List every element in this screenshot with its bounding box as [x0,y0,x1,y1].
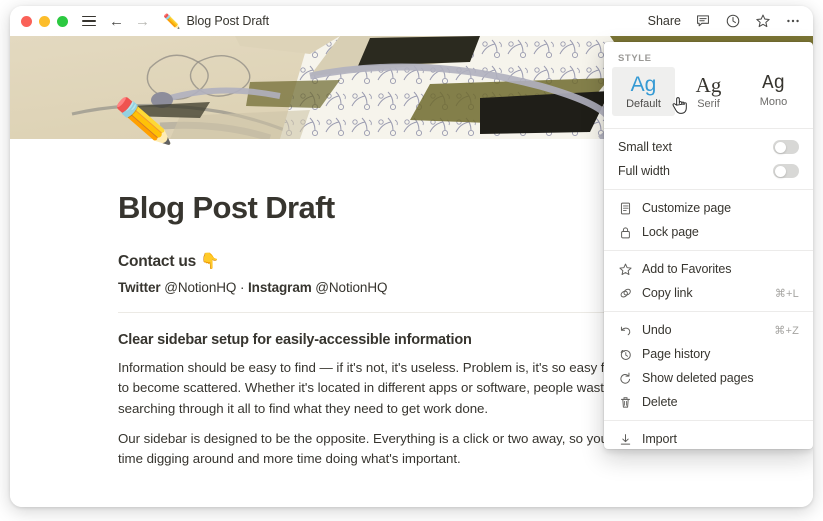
full-width-switch[interactable] [773,164,799,179]
titlebar-actions: Share [648,13,801,29]
style-options-row: Ag Default Ag Serif Ag Mono [604,67,813,122]
twitter-label: Twitter [118,280,161,296]
clock-history-icon [620,349,631,360]
clock-icon[interactable] [725,13,741,29]
content-divider [118,312,678,314]
menu-item-add-to-favorites[interactable]: Add to Favorites [604,257,813,281]
style-sample-default: Ag [630,73,657,96]
star-icon[interactable] [755,13,771,29]
style-option-mono[interactable]: Ag Mono [742,67,805,116]
menu-item-shortcut: ⌘+L [774,287,799,300]
page-actions-section: Customize page Lock page [604,190,813,250]
arrow-left-icon[interactable]: ← [109,14,124,29]
style-section: STYLE Ag Default Ag Serif Ag Mono [604,42,813,128]
menu-item-label: Import [642,432,677,447]
toggle-full-width-label: Full width [618,164,670,179]
titlebar: ← → ✏️ Blog Post Draft Share [10,6,813,36]
style-option-default[interactable]: Ag Default [612,67,675,117]
close-window-button[interactable] [21,15,32,27]
document-icon [620,202,631,214]
social-separator: · [239,280,245,296]
trash-icon [620,396,631,408]
menu-item-shortcut: ⌘+Z [774,324,799,337]
menu-item-show-deleted-pages[interactable]: Show deleted pages [604,366,813,390]
menu-item-copy-link[interactable]: Copy link ⌘+L [604,281,813,305]
window-controls [21,15,68,27]
menu-item-page-history[interactable]: Page history [604,342,813,366]
import-icon [620,433,631,445]
mouse-cursor-pointer [672,97,687,114]
menu-item-import[interactable]: Import [604,427,813,449]
menu-item-label: Lock page [642,225,699,240]
style-name-default: Default [626,98,661,111]
page-emoji-icon[interactable]: ✏️ [163,14,180,28]
ellipsis-icon[interactable] [785,13,801,29]
minimize-window-button[interactable] [39,15,50,27]
page-icon-emoji[interactable]: ✏️ [113,93,174,149]
comment-icon[interactable] [695,13,711,29]
menu-item-label: Show deleted pages [642,371,754,386]
menu-item-label: Page history [642,347,711,362]
small-text-switch[interactable] [773,140,799,155]
arrow-right-icon[interactable]: → [135,14,150,29]
share-actions-section: Add to Favorites Copy link ⌘+L [604,251,813,311]
toggles-section: Small text Full width [604,129,813,189]
toggle-full-width[interactable]: Full width [604,159,813,183]
menu-item-delete[interactable]: Delete [604,390,813,414]
style-sample-mono: Ag [762,72,785,94]
instagram-label: Instagram [248,280,312,296]
toggle-small-text-label: Small text [618,140,672,155]
style-name-mono: Mono [759,95,788,108]
breadcrumb[interactable]: Blog Post Draft [186,14,269,28]
style-sample-serif: Ag [695,73,722,97]
share-button[interactable]: Share [648,14,681,28]
menu-item-customize-page[interactable]: Customize page [604,196,813,220]
restore-icon [620,372,631,384]
page-options-menu: STYLE Ag Default Ag Serif Ag Mono Small [604,42,813,449]
lock-icon [621,226,630,238]
menu-item-label: Delete [642,395,678,410]
star-icon [619,263,632,275]
menu-item-label: Copy link [642,286,693,301]
contact-heading-text: Contact us [118,253,197,271]
toggle-small-text[interactable]: Small text [604,135,813,159]
io-actions-section: Import Export [604,421,813,449]
menu-item-label: Add to Favorites [642,262,732,277]
maximize-window-button[interactable] [57,15,68,27]
pointing-down-icon: 👇 [200,253,220,271]
history-actions-section: Undo ⌘+Z Page history Show deleted pages [604,312,813,420]
menu-item-lock-page[interactable]: Lock page [604,220,813,244]
hamburger-icon[interactable] [82,15,96,27]
menu-item-label: Customize page [642,201,731,216]
app-window: ← → ✏️ Blog Post Draft Share Blog Post D… [10,6,813,507]
instagram-handle[interactable]: @NotionHQ [315,280,387,295]
link-icon [620,288,631,298]
undo-icon [620,326,631,335]
menu-item-label: Undo [642,323,672,338]
menu-item-undo[interactable]: Undo ⌘+Z [604,318,813,342]
style-section-label: STYLE [618,53,652,64]
twitter-handle[interactable]: @NotionHQ [164,280,236,295]
